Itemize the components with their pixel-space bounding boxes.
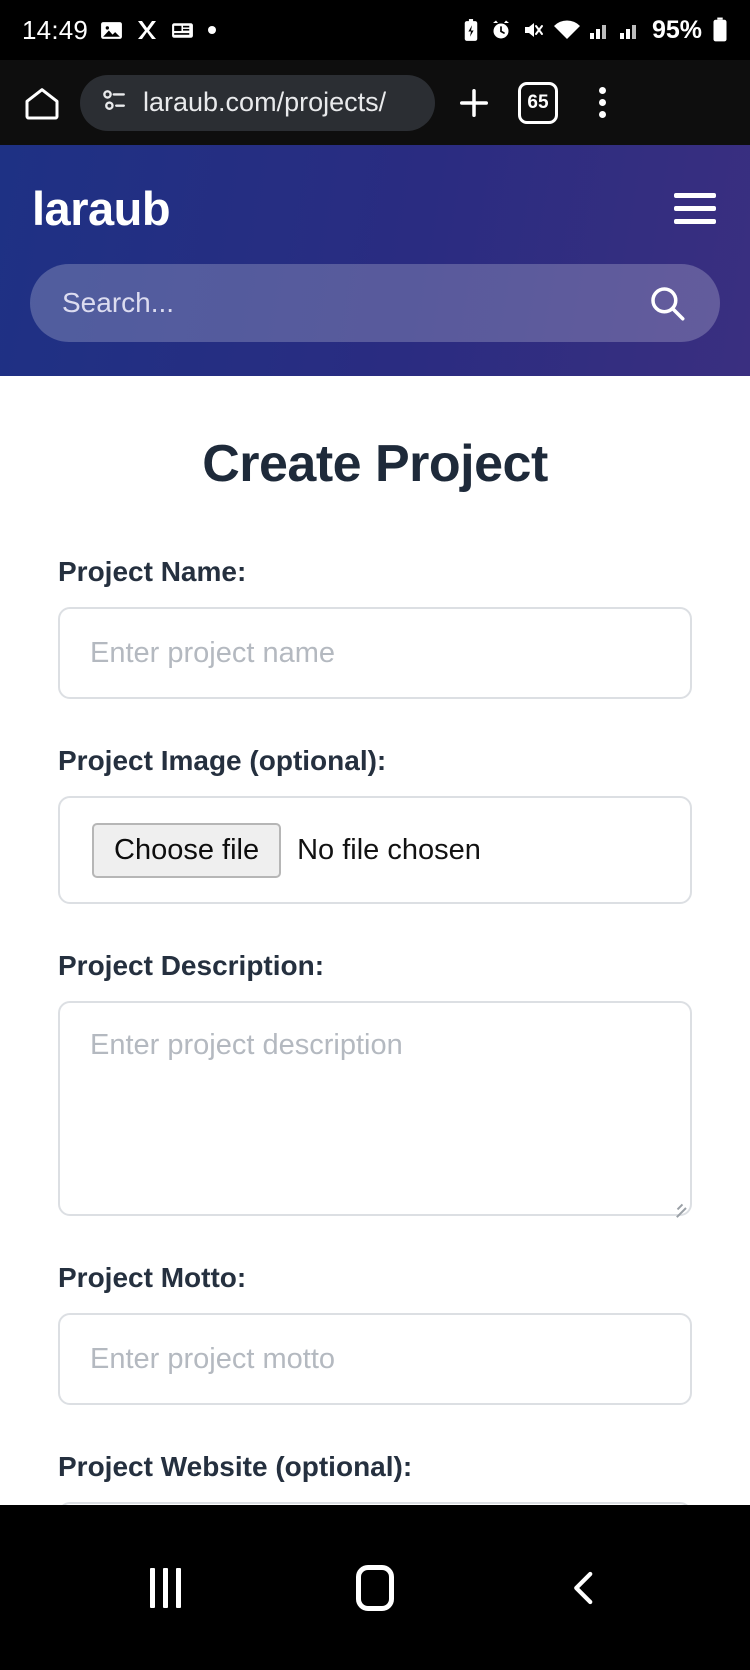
dot-icon bbox=[206, 24, 218, 36]
tab-count: 65 bbox=[518, 81, 558, 124]
kebab-dot-3 bbox=[598, 111, 606, 118]
search-icon[interactable] bbox=[646, 282, 688, 324]
home-icon[interactable] bbox=[18, 79, 66, 127]
android-status-bar: 14:49 95% bbox=[0, 0, 750, 60]
page-info-icon[interactable] bbox=[100, 85, 130, 120]
battery-saver-icon bbox=[461, 18, 481, 43]
search-input[interactable] bbox=[62, 287, 646, 319]
file-status-text: No file chosen bbox=[297, 833, 481, 866]
tab-switcher-button[interactable]: 65 bbox=[513, 78, 563, 128]
hamburger-menu-icon[interactable] bbox=[672, 187, 718, 230]
site-header: laraub bbox=[0, 145, 750, 376]
home-glyph bbox=[356, 1564, 394, 1611]
signal-2-icon bbox=[619, 20, 641, 40]
alarm-icon bbox=[489, 18, 513, 42]
recents-line-3 bbox=[175, 1567, 181, 1608]
field-project-description: Project Description: bbox=[58, 950, 692, 1216]
recents-glyph bbox=[149, 1567, 181, 1608]
kebab-dot-1 bbox=[598, 87, 606, 94]
new-tab-button[interactable] bbox=[449, 78, 499, 128]
project-description-textarea[interactable] bbox=[58, 1001, 692, 1216]
field-project-website: Project Website (optional): bbox=[58, 1451, 692, 1505]
page-title: Create Project bbox=[202, 435, 548, 493]
project-image-file-input[interactable]: Choose file No file chosen bbox=[58, 796, 692, 904]
project-name-input[interactable] bbox=[58, 607, 692, 699]
wifi-icon bbox=[553, 19, 581, 41]
kebab-dot-2 bbox=[598, 99, 606, 106]
browser-toolbar: laraub.com/projects/ 65 bbox=[0, 60, 750, 145]
news-icon bbox=[170, 18, 195, 43]
home-icon[interactable] bbox=[330, 1543, 420, 1633]
x-app-icon bbox=[135, 18, 159, 42]
project-motto-input[interactable] bbox=[58, 1313, 692, 1405]
label-project-image: Project Image (optional): bbox=[58, 745, 387, 776]
hamburger-line-2 bbox=[674, 206, 716, 211]
form-content: Create Project Project Name: Project Ima… bbox=[0, 434, 750, 1505]
battery-icon bbox=[712, 17, 728, 43]
status-clock: 14:49 bbox=[22, 14, 89, 45]
url-text: laraub.com/projects/ bbox=[143, 87, 387, 117]
back-icon[interactable] bbox=[540, 1543, 630, 1633]
label-project-name: Project Name: bbox=[58, 556, 247, 587]
hamburger-line-1 bbox=[674, 193, 716, 198]
recents-icon[interactable] bbox=[120, 1543, 210, 1633]
signal-1-icon bbox=[589, 20, 611, 40]
field-project-motto: Project Motto: bbox=[58, 1262, 692, 1405]
status-bar-right: 95% bbox=[461, 16, 728, 45]
search-bar[interactable] bbox=[30, 264, 720, 342]
label-project-description: Project Description: bbox=[58, 950, 325, 981]
url-bar[interactable]: laraub.com/projects/ bbox=[80, 74, 435, 131]
field-project-image: Project Image (optional): Choose file No… bbox=[58, 745, 692, 904]
battery-percentage: 95% bbox=[651, 15, 702, 44]
hamburger-line-3 bbox=[674, 219, 716, 224]
site-header-top-row: laraub bbox=[30, 171, 720, 254]
android-navigation-bar bbox=[0, 1505, 750, 1670]
web-page-viewport: laraub Create Project Project Name: Proj… bbox=[0, 145, 750, 1505]
textarea-wrapper bbox=[58, 1001, 692, 1216]
recents-line-2 bbox=[162, 1567, 168, 1608]
photo-icon bbox=[99, 18, 124, 43]
brand-logo[interactable]: laraub bbox=[32, 181, 171, 236]
mute-icon bbox=[521, 18, 545, 42]
label-project-website: Project Website (optional): bbox=[58, 1451, 413, 1482]
choose-file-button[interactable]: Choose file bbox=[92, 822, 282, 878]
recents-line-1 bbox=[149, 1567, 155, 1608]
browser-menu-button[interactable] bbox=[577, 78, 627, 128]
field-project-name: Project Name: bbox=[58, 556, 692, 699]
label-project-motto: Project Motto: bbox=[58, 1262, 247, 1293]
status-bar-left: 14:49 bbox=[22, 15, 218, 46]
